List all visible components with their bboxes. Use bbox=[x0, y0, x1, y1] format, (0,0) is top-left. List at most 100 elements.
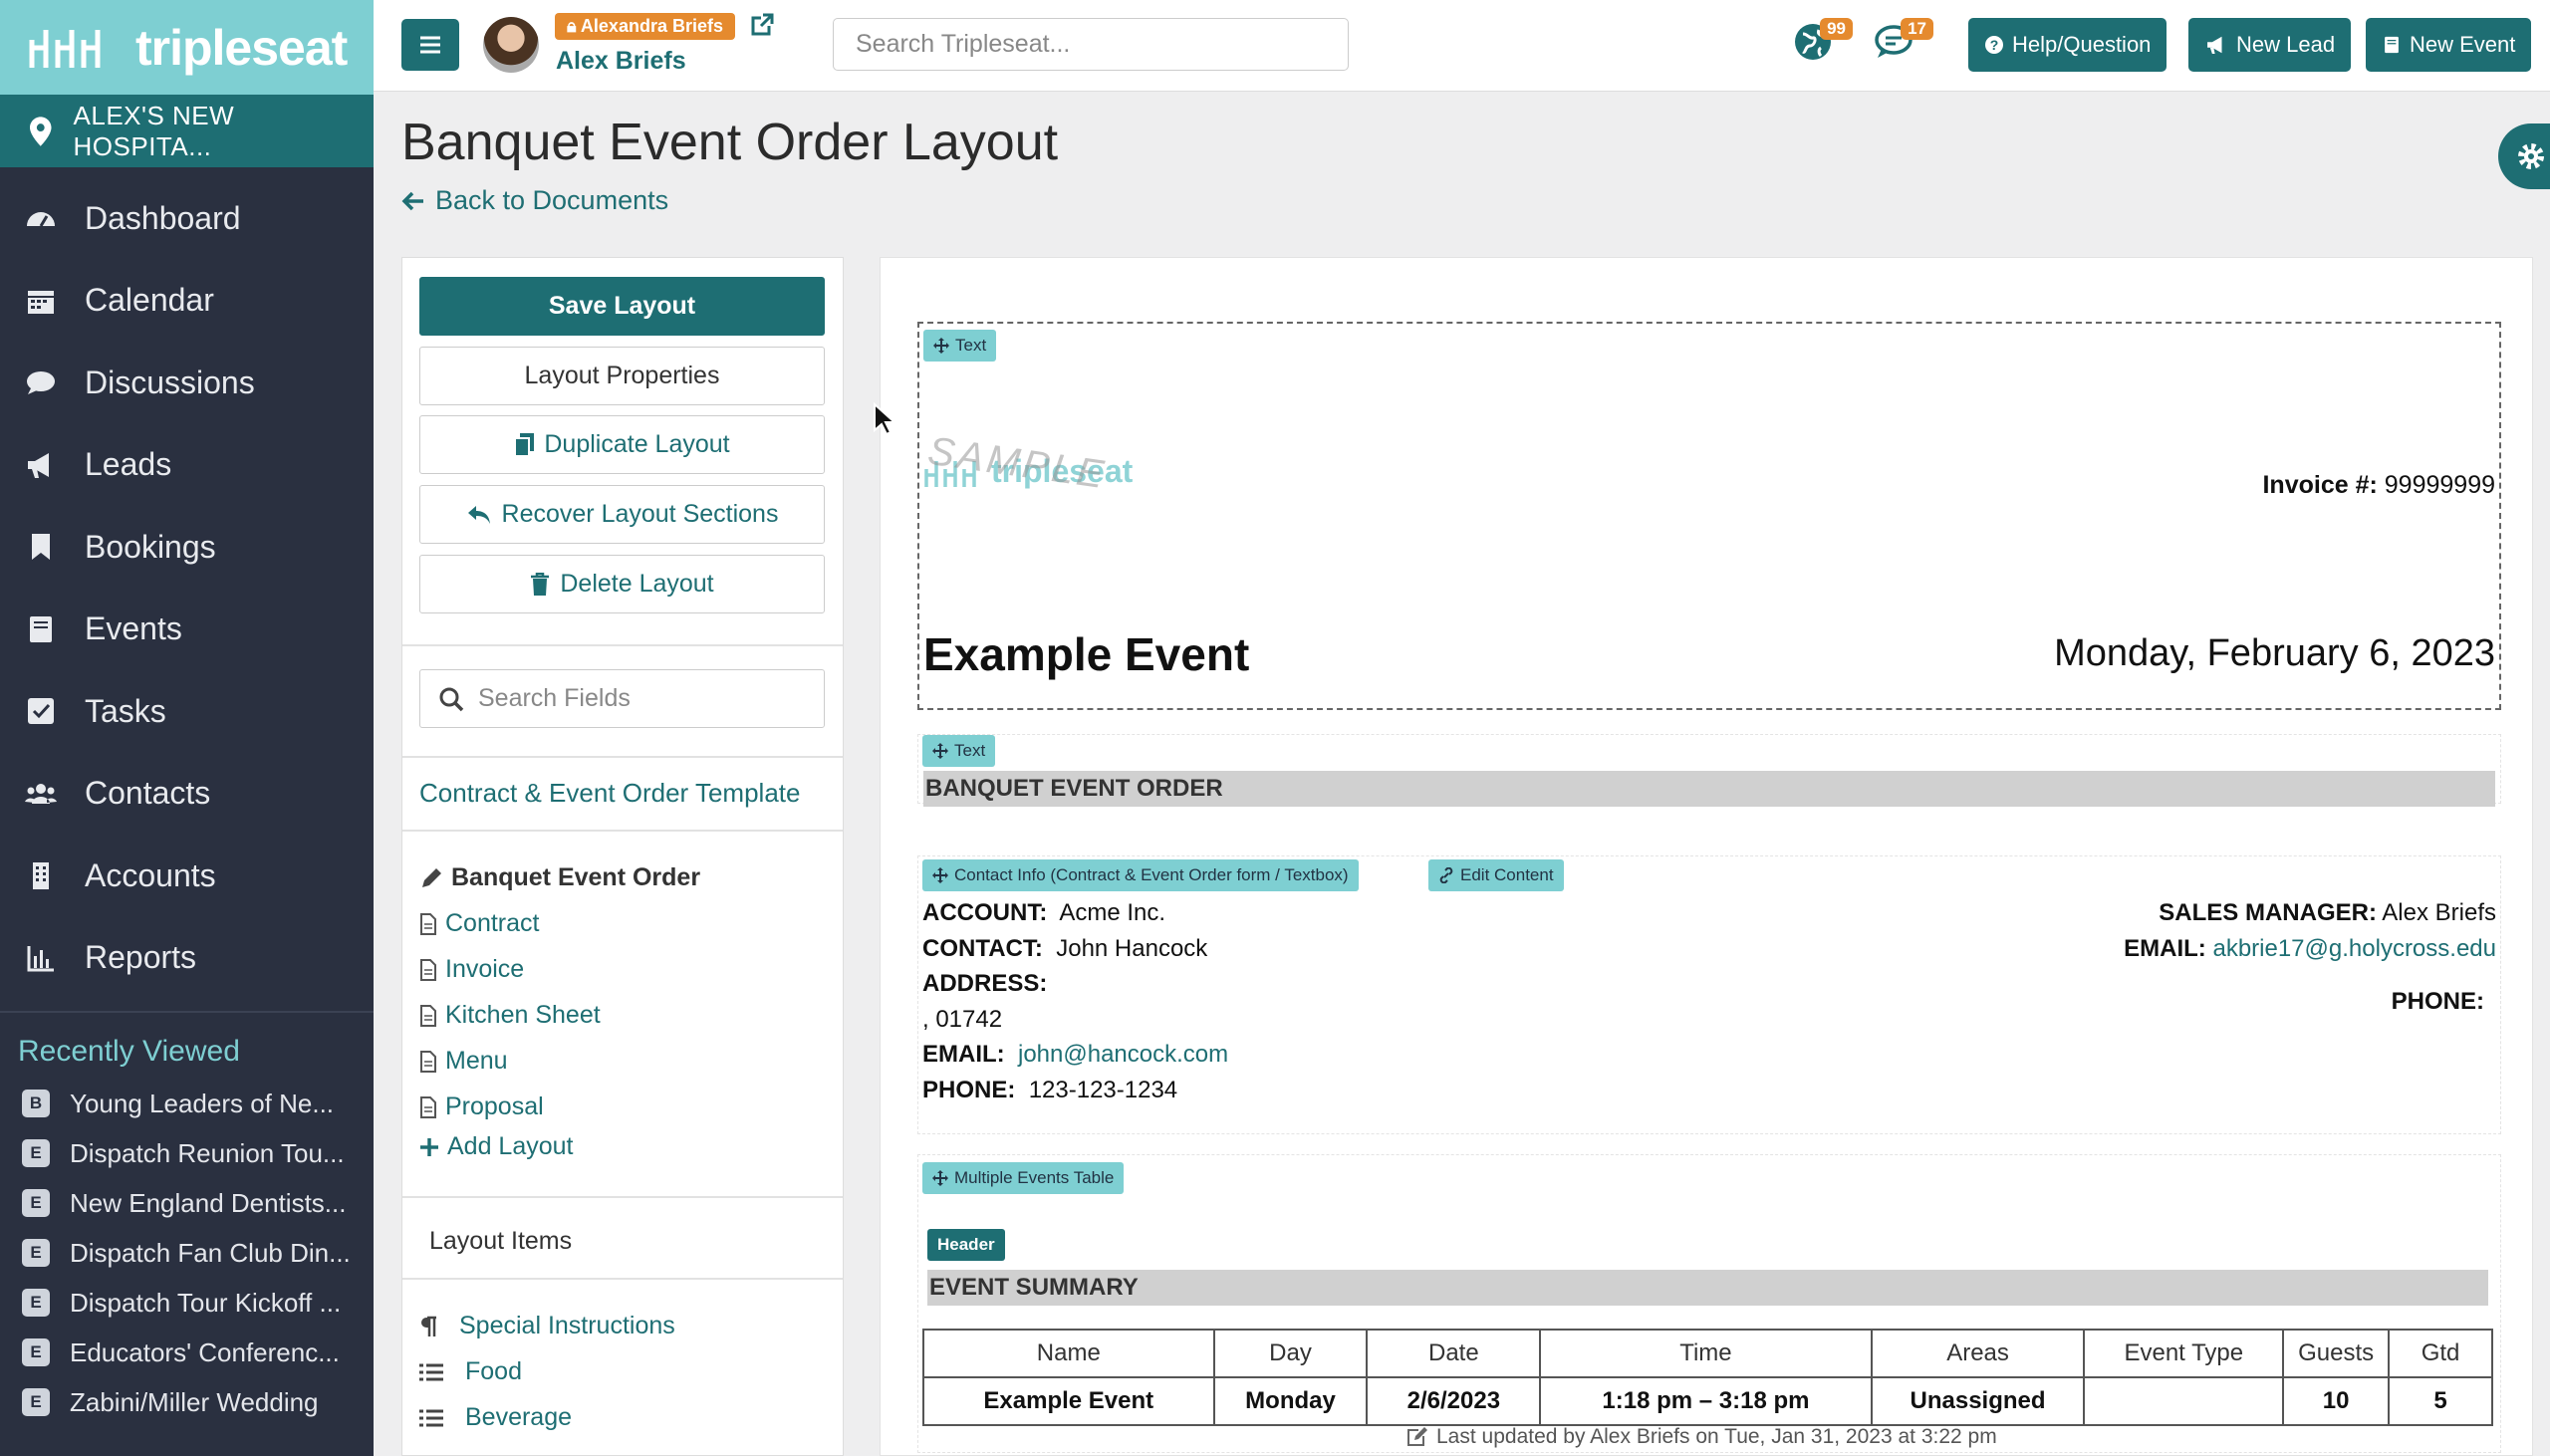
nav-dashboard[interactable]: Dashboard bbox=[0, 177, 374, 260]
template-link[interactable]: Contract & Event Order Template bbox=[419, 778, 800, 809]
add-layout-label: Add Layout bbox=[447, 1132, 574, 1160]
event-summary-title: EVENT SUMMARY bbox=[927, 1270, 2488, 1306]
layout-item-food[interactable]: Food bbox=[419, 1357, 522, 1386]
last-updated-note: Last updated by Alex Briefs on Tue, Jan … bbox=[1406, 1425, 1997, 1449]
doc-layout-kitchen-sheet[interactable]: Kitchen Sheet bbox=[419, 1001, 601, 1030]
nav-discussions[interactable]: Discussions bbox=[0, 342, 374, 424]
divider bbox=[402, 756, 843, 758]
doc-layout-menu[interactable]: Menu bbox=[419, 1047, 508, 1076]
nav-bookings[interactable]: Bookings bbox=[0, 506, 374, 589]
table-cell: 10 bbox=[2282, 1376, 2391, 1426]
menu-toggle-button[interactable] bbox=[401, 19, 459, 71]
move-handle-text[interactable]: Text bbox=[922, 735, 996, 767]
doc-layout-label: Kitchen Sheet bbox=[445, 1001, 601, 1029]
avatar[interactable] bbox=[483, 17, 539, 73]
location-switcher[interactable]: ALEX'S NEW HOSPITA... bbox=[0, 95, 374, 167]
table-header-row: Name Day Date Time Areas Event Type Gues… bbox=[922, 1329, 2493, 1378]
recent-item[interactable]: E New England Dentists... bbox=[0, 1178, 374, 1228]
back-to-documents-link[interactable]: Back to Documents bbox=[401, 185, 668, 216]
contact-label: CONTACT: bbox=[922, 935, 1043, 962]
nav-reports[interactable]: Reports bbox=[0, 917, 374, 1000]
recent-item[interactable]: B Young Leaders of Ne... bbox=[0, 1079, 374, 1128]
user-name[interactable]: Alex Briefs bbox=[556, 47, 686, 76]
comment-icon bbox=[27, 371, 55, 395]
move-handle-events-table[interactable]: Multiple Events Table bbox=[922, 1162, 1125, 1194]
header-tag[interactable]: Header bbox=[927, 1229, 1005, 1261]
table-cell: Example Event bbox=[922, 1376, 1215, 1426]
save-layout-button[interactable]: Save Layout bbox=[419, 277, 825, 336]
contact-email-link[interactable]: john@hancock.com bbox=[1018, 1041, 1228, 1068]
calendar-icon bbox=[28, 290, 54, 314]
paragraph-icon bbox=[421, 1316, 436, 1336]
recent-item[interactable]: E Dispatch Fan Club Din... bbox=[0, 1228, 374, 1278]
delete-layout-button[interactable]: Delete Layout bbox=[419, 555, 825, 613]
sidebar: tripleseat ALEX'S NEW HOSPITA... Dashboa… bbox=[0, 0, 374, 1456]
nav-calendar[interactable]: Calendar bbox=[0, 260, 374, 343]
new-event-button[interactable]: New Event bbox=[2366, 18, 2532, 72]
arrow-left-icon bbox=[401, 191, 423, 210]
tripleseat-logo-icon bbox=[29, 29, 101, 68]
list-icon bbox=[419, 1409, 443, 1426]
settings-tab[interactable] bbox=[2498, 123, 2550, 189]
nav-label: Bookings bbox=[85, 528, 216, 565]
file-icon bbox=[420, 1095, 436, 1118]
recover-sections-button[interactable]: Recover Layout Sections bbox=[419, 485, 825, 544]
megaphone-icon bbox=[28, 452, 49, 478]
doc-layout-invoice[interactable]: Invoice bbox=[419, 955, 524, 984]
nav-label: Discussions bbox=[85, 364, 255, 400]
delete-label: Delete Layout bbox=[560, 570, 714, 598]
layout-properties-button[interactable]: Layout Properties bbox=[419, 347, 825, 405]
nav-contacts[interactable]: Contacts bbox=[0, 753, 374, 836]
nav-label: Events bbox=[85, 610, 182, 647]
users-icon bbox=[25, 783, 57, 804]
contact-info-section[interactable]: Contact Info (Contract & Event Order for… bbox=[917, 855, 2501, 1134]
help-button[interactable]: ? Help/Question bbox=[1968, 18, 2168, 72]
event-summary-table: Name Day Date Time Areas Event Type Gues… bbox=[922, 1329, 2493, 1426]
account-line: ACCOUNT: Acme Inc. bbox=[922, 899, 1165, 927]
text-section-header[interactable]: Text tripleseat SAMPLE Invoice #: 999999… bbox=[917, 322, 2501, 710]
recent-item[interactable]: E Dispatch Tour Kickoff ... bbox=[0, 1278, 374, 1328]
search-fields-input[interactable]: Search Fields bbox=[419, 669, 825, 728]
recent-item[interactable]: E Dispatch Reunion Tou... bbox=[0, 1128, 374, 1178]
recent-item[interactable]: E Zabini/Miller Wedding bbox=[0, 1377, 374, 1427]
nav-leads[interactable]: Leads bbox=[0, 424, 374, 507]
invoice-number: Invoice #: 99999999 bbox=[2262, 471, 2495, 500]
layout-item-special-instructions[interactable]: Special Instructions bbox=[419, 1312, 675, 1340]
edit-content-button[interactable]: Edit Content bbox=[1428, 859, 1564, 891]
new-lead-button[interactable]: New Lead bbox=[2188, 18, 2352, 72]
document-canvas: Text tripleseat SAMPLE Invoice #: 999999… bbox=[880, 257, 2533, 1456]
tripleseat-logo[interactable]: tripleseat bbox=[0, 0, 374, 95]
nav-events[interactable]: Events bbox=[0, 589, 374, 671]
recent-item[interactable]: E Educators' Conferenc... bbox=[0, 1328, 374, 1377]
table-row: Example Event Monday 2/6/2023 1:18 pm – … bbox=[922, 1376, 2493, 1426]
recent-item-label: New England Dentists... bbox=[70, 1187, 347, 1218]
tag-label: Text bbox=[955, 336, 987, 355]
impersonation-badge[interactable]: 🔒︎ Alexandra Briefs bbox=[555, 13, 735, 40]
add-layout-link[interactable]: Add Layout bbox=[419, 1132, 574, 1161]
sales-manager-email-link[interactable]: akbrie17@g.holycross.edu bbox=[2212, 935, 2496, 962]
doc-layout-proposal[interactable]: Proposal bbox=[419, 1092, 544, 1121]
event-date: Monday, February 6, 2023 bbox=[2054, 632, 2495, 674]
doc-layout-banquet-event-order[interactable]: Banquet Event Order bbox=[419, 863, 700, 892]
duplicate-layout-button[interactable]: Duplicate Layout bbox=[419, 415, 825, 474]
nav-accounts[interactable]: Accounts bbox=[0, 835, 374, 917]
global-search-input[interactable] bbox=[833, 18, 1349, 71]
layout-panel: Save Layout Layout Properties Duplicate … bbox=[401, 257, 844, 1456]
move-handle-contact-info[interactable]: Contact Info (Contract & Event Order for… bbox=[922, 859, 1359, 891]
text-section-title[interactable]: Text BANQUET EVENT ORDER bbox=[917, 734, 2501, 807]
doc-layout-contract[interactable]: Contract bbox=[419, 909, 539, 938]
file-icon bbox=[420, 958, 436, 981]
phone-line: PHONE: 123-123-1234 bbox=[922, 1077, 1177, 1104]
table-cell: 2/6/2023 bbox=[1366, 1376, 1542, 1426]
invoice-value: 99999999 bbox=[2384, 471, 2495, 499]
move-handle-text[interactable]: Text bbox=[923, 330, 997, 362]
external-link-icon[interactable] bbox=[749, 12, 775, 38]
message-notifications[interactable]: 17 bbox=[1874, 18, 1933, 62]
globe-notifications[interactable]: 99 bbox=[1793, 18, 1853, 62]
nav-tasks[interactable]: Tasks bbox=[0, 670, 374, 753]
email-label: EMAIL: bbox=[922, 1041, 1005, 1068]
recently-viewed-title: Recently Viewed bbox=[18, 1035, 240, 1068]
layout-item-beverage[interactable]: Beverage bbox=[419, 1403, 572, 1432]
record-type-badge: E bbox=[22, 1139, 50, 1167]
recent-item-label: Dispatch Tour Kickoff ... bbox=[70, 1287, 342, 1318]
